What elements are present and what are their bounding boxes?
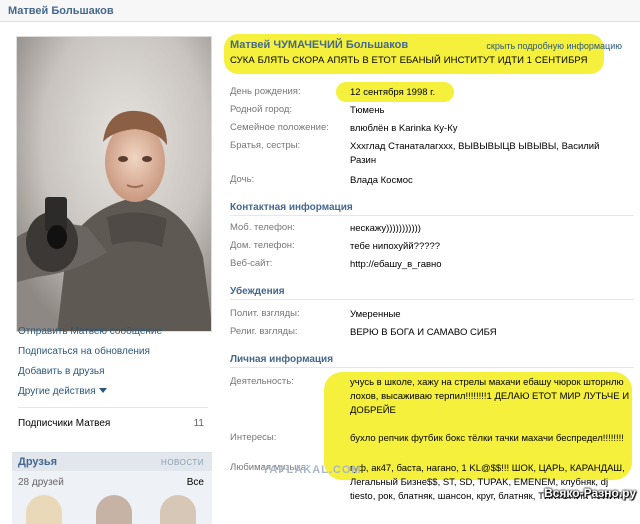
- friends-all-link[interactable]: Все: [187, 477, 204, 488]
- friends-count: 28 друзей: [18, 477, 64, 488]
- info-label: Интересы:: [230, 432, 277, 443]
- profile-photo[interactable]: [16, 36, 212, 332]
- section-contact: Контактная информация: [230, 202, 634, 216]
- section-beliefs: Убеждения: [230, 286, 634, 300]
- info-label: Братья, сестры:: [230, 140, 301, 151]
- divider: [18, 407, 208, 408]
- other-actions-link[interactable]: Другие действия: [18, 382, 208, 402]
- friend-avatar[interactable]: [26, 495, 62, 524]
- info-value[interactable]: влюблён в Karinka Ку-Ку: [350, 122, 630, 136]
- friend-avatar[interactable]: [96, 495, 132, 524]
- top-bar: Матвей Большаков: [0, 0, 640, 22]
- section-personal: Личная информация: [230, 354, 634, 368]
- info-value[interactable]: учусь в школе, хажу на стрелы махачи еба…: [350, 376, 630, 418]
- add-friend-link[interactable]: Добавить в друзья: [18, 362, 208, 382]
- friend-avatar[interactable]: [160, 495, 196, 524]
- subscribers-row[interactable]: Подписчики Матвея 11: [18, 418, 210, 429]
- info-label: Дом. телефон:: [230, 240, 295, 251]
- info-label: Семейное положение:: [230, 122, 329, 133]
- section-title: Личная информация: [230, 354, 334, 365]
- info-value[interactable]: Тюмень: [350, 104, 630, 118]
- info-label: Дочь:: [230, 174, 255, 185]
- send-message-link[interactable]: Отправить Матвею сообщение: [18, 322, 208, 342]
- friends-header: Друзья НОВОСТИ: [12, 453, 212, 471]
- chevron-down-icon: [98, 388, 107, 393]
- other-actions-label: Другие действия: [18, 386, 96, 397]
- watermark: Всяко-Разно.ру: [544, 486, 636, 500]
- friends-block: Друзья НОВОСТИ 28 друзей Все: [12, 452, 212, 524]
- info-value: нескажу))))))))))): [350, 223, 421, 234]
- hide-details-link[interactable]: скрыть подробную информацию: [486, 41, 622, 51]
- info-value[interactable]: Ххxглад Станаталагххх, ВЫВЫВЫЦВ ЫВЫВЫ, В…: [350, 140, 610, 168]
- website-link[interactable]: http://ебашу_в_гавно: [350, 258, 630, 272]
- section-title: Убеждения: [230, 286, 285, 297]
- status-text[interactable]: СУКА БЛЯТЬ СКОРА АПЯТЬ В ЕТОТ ЕБАНЫЙ ИНС…: [230, 55, 588, 66]
- friends-title[interactable]: Друзья: [18, 456, 57, 468]
- info-value: тебе нипохуйй?????: [350, 241, 441, 252]
- info-label: Веб-сайт:: [230, 258, 273, 269]
- profile-info: Матвей ЧУМАЧЕЧИЙ Большаков скрыть подроб…: [224, 22, 640, 524]
- info-label: Деятельность:: [230, 376, 294, 387]
- full-name: Матвей ЧУМАЧЕЧИЙ Большаков: [230, 39, 409, 51]
- info-label: Моб. телефон:: [230, 222, 296, 233]
- info-value[interactable]: ВЕРЮ В БОГА И САМАВО СИБЯ: [350, 326, 630, 340]
- info-label: Религ. взгляды:: [230, 326, 298, 337]
- info-value[interactable]: 12 сентября 1998 г.: [350, 86, 630, 100]
- watermark-logo: YAPLAKAL.COM: [262, 464, 362, 476]
- friends-news-link[interactable]: НОВОСТИ: [161, 458, 204, 467]
- friends-avatars: [26, 495, 216, 524]
- info-value[interactable]: бухло репчик футбик бокс тёлки тачки мах…: [350, 432, 630, 446]
- subscribers-count: 11: [193, 418, 204, 429]
- info-value[interactable]: Умеренные: [350, 308, 630, 322]
- info-label: День рождения:: [230, 86, 301, 97]
- section-title: Контактная информация: [230, 202, 353, 213]
- subscribers-label: Подписчики Матвея: [18, 418, 111, 429]
- profile-actions: Отправить Матвею сообщение Подписаться н…: [18, 322, 208, 402]
- subscribe-link[interactable]: Подписаться на обновления: [18, 342, 208, 362]
- header-name[interactable]: Матвей Большаков: [8, 5, 114, 17]
- left-column: Отправить Матвею сообщение Подписаться н…: [0, 22, 220, 524]
- info-label: Полит. взгляды:: [230, 308, 300, 319]
- info-label: Родной город:: [230, 104, 293, 115]
- info-value[interactable]: Влада Космос: [350, 174, 630, 188]
